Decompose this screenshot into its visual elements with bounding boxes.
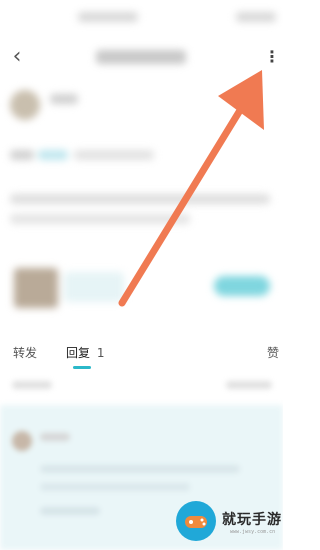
tab-active-indicator bbox=[73, 366, 91, 369]
watermark-url: www.jwsy.com.cn bbox=[230, 529, 276, 535]
tab-forward[interactable]: 转发 bbox=[13, 343, 37, 363]
watermark-name: 就玩手游 bbox=[222, 512, 282, 528]
gamepad-logo-icon bbox=[176, 501, 216, 541]
tab-reply-count: 1 bbox=[96, 346, 105, 360]
post-content-area bbox=[0, 0, 283, 330]
watermark-logo: 就玩手游 www.jwsy.com.cn bbox=[170, 497, 282, 545]
tab-reply[interactable]: 回复 1 bbox=[66, 343, 104, 363]
comment-tabs: 转发 回复 1 赞 bbox=[0, 335, 283, 375]
tab-like[interactable]: 赞 bbox=[267, 343, 279, 363]
back-icon[interactable]: ‹ bbox=[6, 44, 28, 70]
more-options-icon[interactable]: ⋮ bbox=[264, 46, 280, 68]
tab-reply-label: 回复 bbox=[66, 346, 91, 360]
